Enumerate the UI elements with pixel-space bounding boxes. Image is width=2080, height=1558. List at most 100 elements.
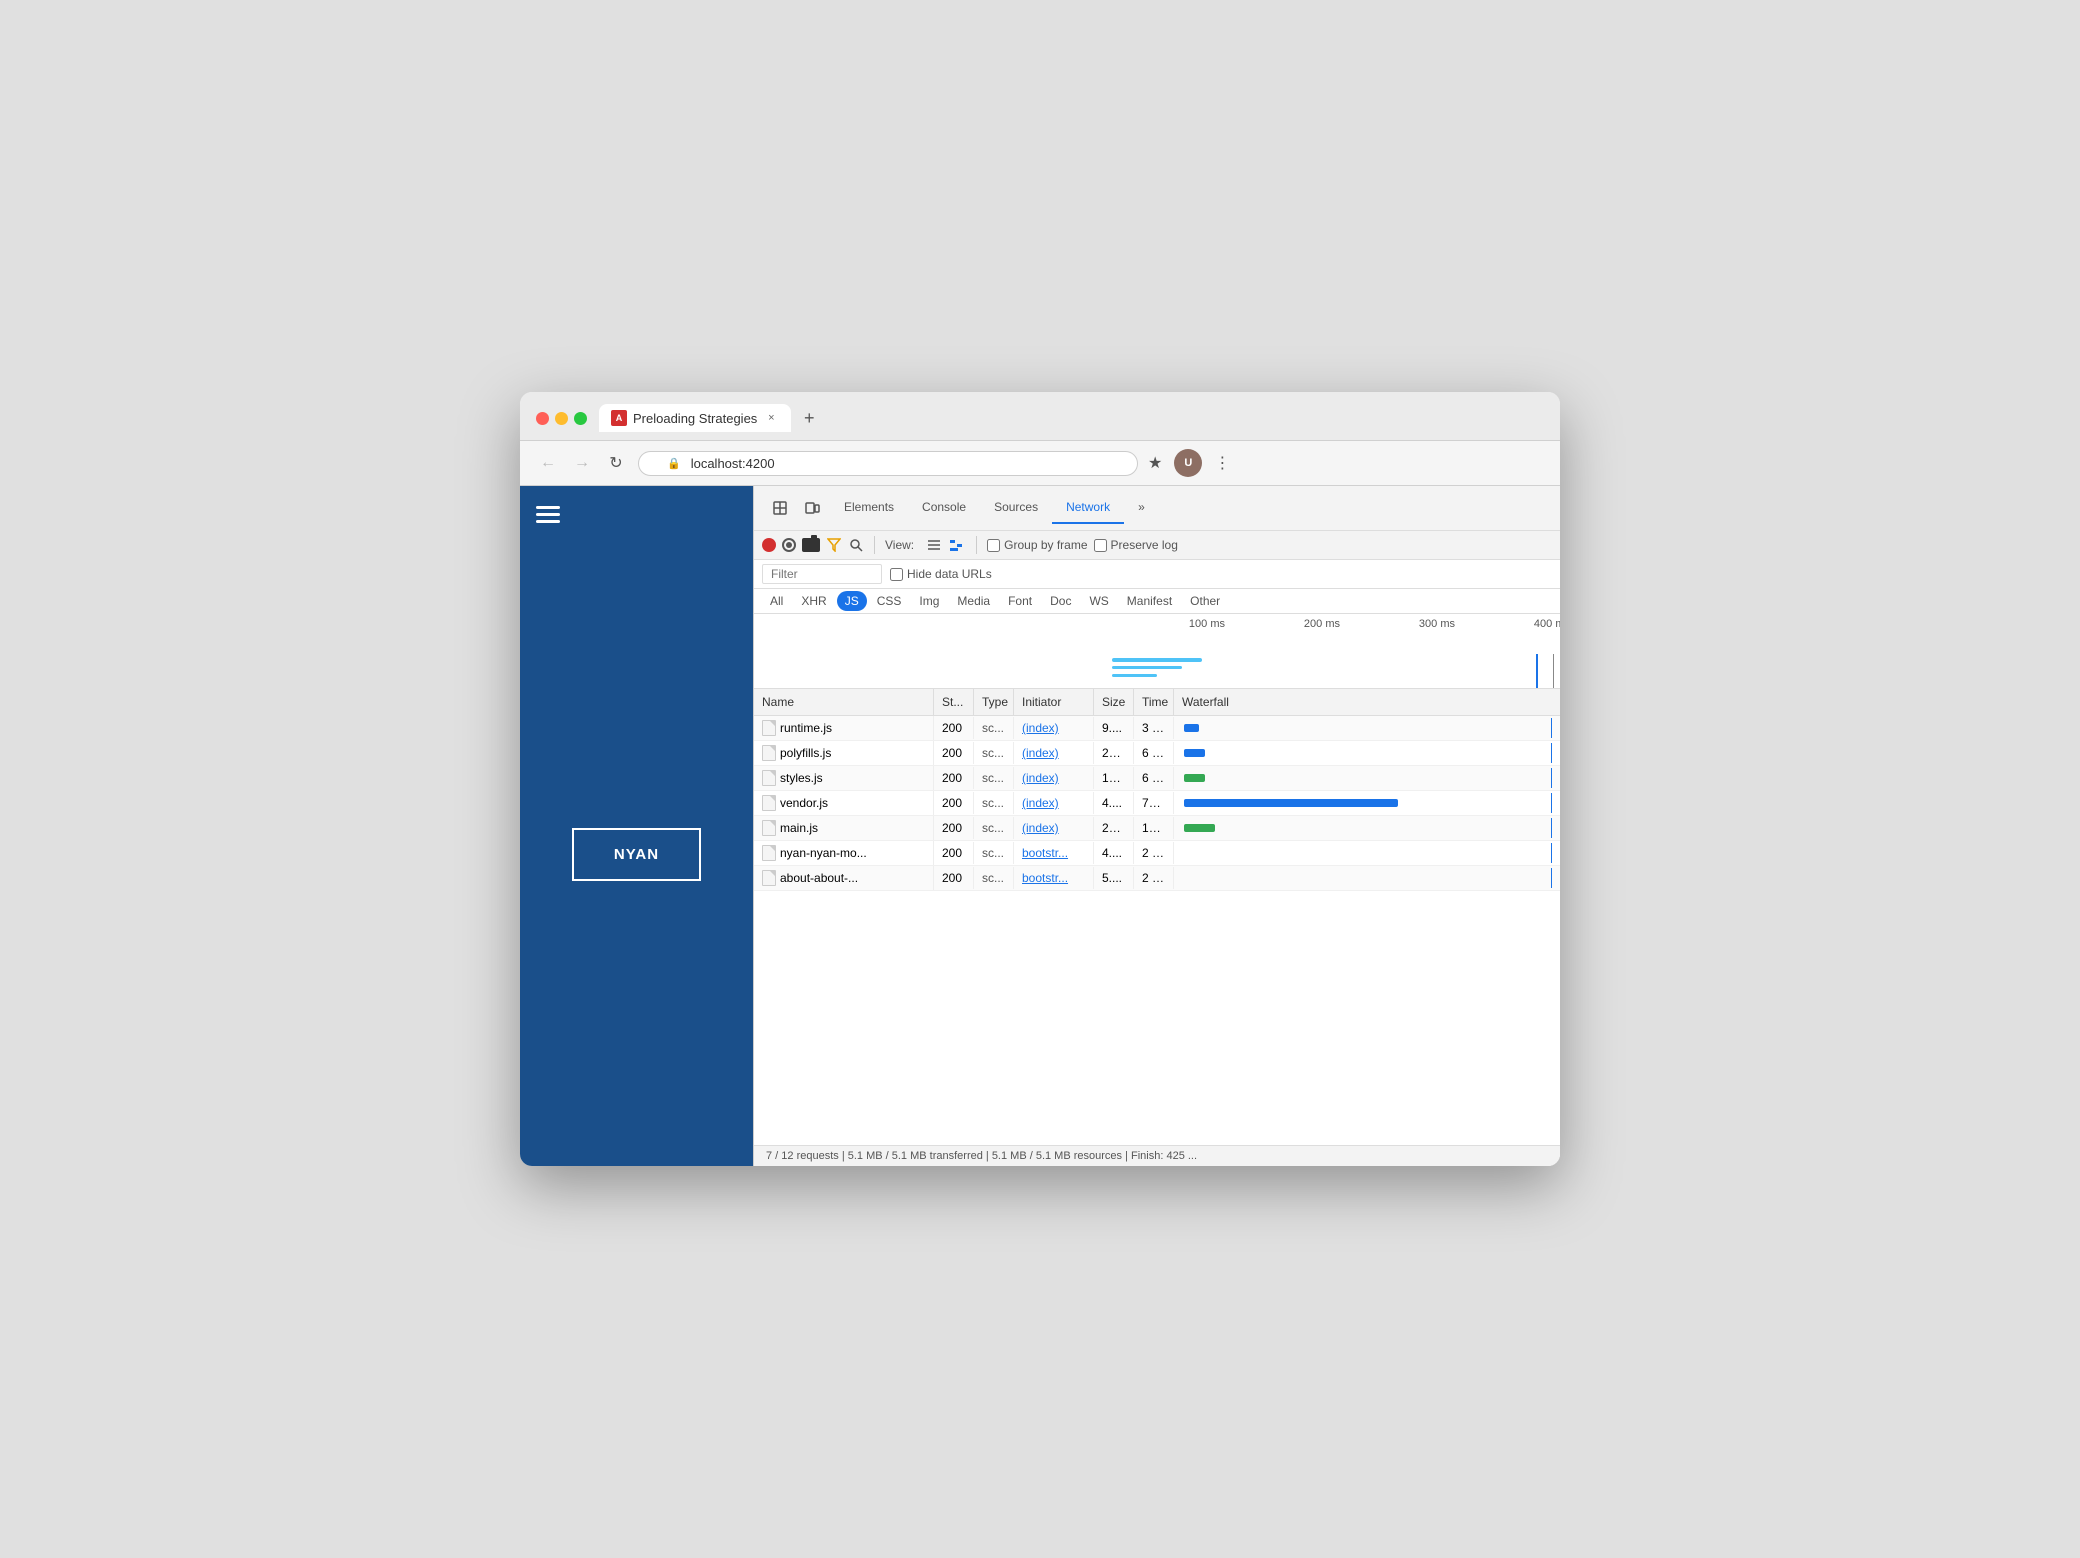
waterfall-bar xyxy=(1184,724,1199,732)
new-tab-button[interactable]: + xyxy=(795,404,823,432)
filter-icon[interactable] xyxy=(826,537,842,553)
tab-more[interactable]: » xyxy=(1124,492,1159,524)
wf-blue-vline xyxy=(1551,768,1552,788)
waterfall-view-icon[interactable] xyxy=(946,535,966,555)
td-type-nyan: sc... xyxy=(974,842,1014,864)
type-filter: All XHR JS CSS Img Media Font Doc WS Man… xyxy=(754,589,1560,614)
tab-console[interactable]: Console xyxy=(908,492,980,524)
waterfall-bar xyxy=(1184,799,1398,807)
table-row[interactable]: styles.js 200 sc... (index) 18... 6 ms xyxy=(754,766,1560,791)
tab-close-button[interactable]: × xyxy=(763,410,779,426)
td-initiator-runtime[interactable]: (index) xyxy=(1014,717,1094,739)
user-avatar[interactable]: U xyxy=(1174,449,1202,477)
list-view-icon[interactable] xyxy=(924,535,944,555)
table-row[interactable]: main.js 200 sc... (index) 25... 12... xyxy=(754,816,1560,841)
app-main: NYAN xyxy=(520,543,753,1166)
td-size-nyan: 4.... xyxy=(1094,842,1134,864)
th-waterfall[interactable]: Waterfall ▲ xyxy=(1174,689,1560,715)
td-status-runtime: 200 xyxy=(934,717,974,739)
type-filter-doc[interactable]: Doc xyxy=(1042,591,1079,611)
td-size-polyfills: 24... xyxy=(1094,742,1134,764)
th-name[interactable]: Name xyxy=(754,689,934,715)
screenshot-button[interactable] xyxy=(802,538,820,552)
back-button[interactable]: ← xyxy=(536,451,560,475)
type-filter-font[interactable]: Font xyxy=(1000,591,1040,611)
active-tab[interactable]: A Preloading Strategies × xyxy=(599,404,791,432)
browser-content: NYAN xyxy=(520,486,1560,1166)
table-row[interactable]: about-about-... 200 sc... bootstr... 5..… xyxy=(754,866,1560,891)
menu-icon[interactable]: ⋮ xyxy=(1214,453,1230,473)
file-name: vendor.js xyxy=(780,796,828,810)
hide-data-urls-checkbox[interactable] xyxy=(890,568,903,581)
td-initiator-vendor[interactable]: (index) xyxy=(1014,792,1094,814)
devtools-icons xyxy=(762,486,830,530)
group-by-frame-label: Group by frame xyxy=(1004,538,1087,552)
timeline-gray-vline xyxy=(1553,654,1554,689)
group-by-frame-input[interactable] xyxy=(987,539,1000,552)
type-filter-js[interactable]: JS xyxy=(837,591,867,611)
toolbar-separator-2 xyxy=(976,536,977,554)
tab-network[interactable]: Network xyxy=(1052,492,1124,524)
close-traffic-light[interactable] xyxy=(536,412,549,425)
wf-blue-vline xyxy=(1551,818,1552,838)
type-filter-ws[interactable]: WS xyxy=(1081,591,1116,611)
td-initiator-nyan[interactable]: bootstr... xyxy=(1014,842,1094,864)
tab-elements[interactable]: Elements xyxy=(830,492,908,524)
th-type[interactable]: Type xyxy=(974,689,1014,715)
type-filter-xhr[interactable]: XHR xyxy=(793,591,834,611)
th-initiator[interactable]: Initiator xyxy=(1014,689,1094,715)
device-toolbar-icon[interactable] xyxy=(798,494,826,522)
type-filter-css[interactable]: CSS xyxy=(869,591,910,611)
type-filter-media[interactable]: Media xyxy=(949,591,998,611)
wf-blue-vline xyxy=(1551,743,1552,763)
devtools-tabs: Elements Console Sources Network » xyxy=(830,492,1560,524)
table-row[interactable]: nyan-nyan-mo... 200 sc... bootstr... 4..… xyxy=(754,841,1560,866)
th-size[interactable]: Size xyxy=(1094,689,1134,715)
td-time-runtime: 3 ms xyxy=(1134,717,1174,739)
nyan-button[interactable]: NYAN xyxy=(572,828,701,881)
refresh-button[interactable]: ↻ xyxy=(604,451,628,475)
td-waterfall-nyan xyxy=(1174,843,1560,863)
td-status-main: 200 xyxy=(934,817,974,839)
element-picker-icon[interactable] xyxy=(766,494,794,522)
tab-sources[interactable]: Sources xyxy=(980,492,1052,524)
minimize-traffic-light[interactable] xyxy=(555,412,568,425)
th-status[interactable]: St... xyxy=(934,689,974,715)
type-filter-manifest[interactable]: Manifest xyxy=(1119,591,1180,611)
type-filter-img[interactable]: Img xyxy=(911,591,947,611)
type-filter-other[interactable]: Other xyxy=(1182,591,1228,611)
filter-bar: Hide data URLs xyxy=(754,560,1560,589)
table-row[interactable]: vendor.js 200 sc... (index) 4.... 76... xyxy=(754,791,1560,816)
timeline-label-100: 100 ms xyxy=(1110,618,1225,630)
stop-button[interactable] xyxy=(782,538,796,552)
type-filter-all[interactable]: All xyxy=(762,591,791,611)
timeline-label-300: 300 ms xyxy=(1340,618,1455,630)
timeline-label-200: 200 ms xyxy=(1225,618,1340,630)
table-row[interactable]: polyfills.js 200 sc... (index) 24... 6 m… xyxy=(754,741,1560,766)
th-time[interactable]: Time xyxy=(1134,689,1174,715)
bookmark-icon[interactable]: ★ xyxy=(1148,453,1162,473)
filter-input[interactable] xyxy=(762,564,882,584)
td-initiator-about[interactable]: bootstr... xyxy=(1014,867,1094,889)
hamburger-menu[interactable] xyxy=(520,486,753,543)
waterfall-bar xyxy=(1184,774,1204,782)
title-bar: A Preloading Strategies × + xyxy=(520,392,1560,441)
preserve-log-label: Preserve log xyxy=(1111,538,1178,552)
address-input[interactable]: 🔒 localhost:4200 xyxy=(638,451,1138,476)
record-button[interactable] xyxy=(762,538,776,552)
td-initiator-main[interactable]: (index) xyxy=(1014,817,1094,839)
td-type-polyfills: sc... xyxy=(974,742,1014,764)
preserve-log-input[interactable] xyxy=(1094,539,1107,552)
maximize-traffic-light[interactable] xyxy=(574,412,587,425)
forward-button[interactable]: → xyxy=(570,451,594,475)
lock-icon: 🔒 xyxy=(667,457,681,470)
address-right: ★ U ⋮ xyxy=(1148,449,1230,477)
status-bar: 7 / 12 requests | 5.1 MB / 5.1 MB transf… xyxy=(754,1145,1560,1166)
tab-title: Preloading Strategies xyxy=(633,411,757,426)
table-header: Name St... Type Initiator Size Time Wate… xyxy=(754,689,1560,716)
td-initiator-styles[interactable]: (index) xyxy=(1014,767,1094,789)
search-icon[interactable] xyxy=(848,537,864,553)
file-name: about-about-... xyxy=(780,871,858,885)
td-initiator-polyfills[interactable]: (index) xyxy=(1014,742,1094,764)
table-row[interactable]: runtime.js 200 sc... (index) 9.... 3 ms xyxy=(754,716,1560,741)
